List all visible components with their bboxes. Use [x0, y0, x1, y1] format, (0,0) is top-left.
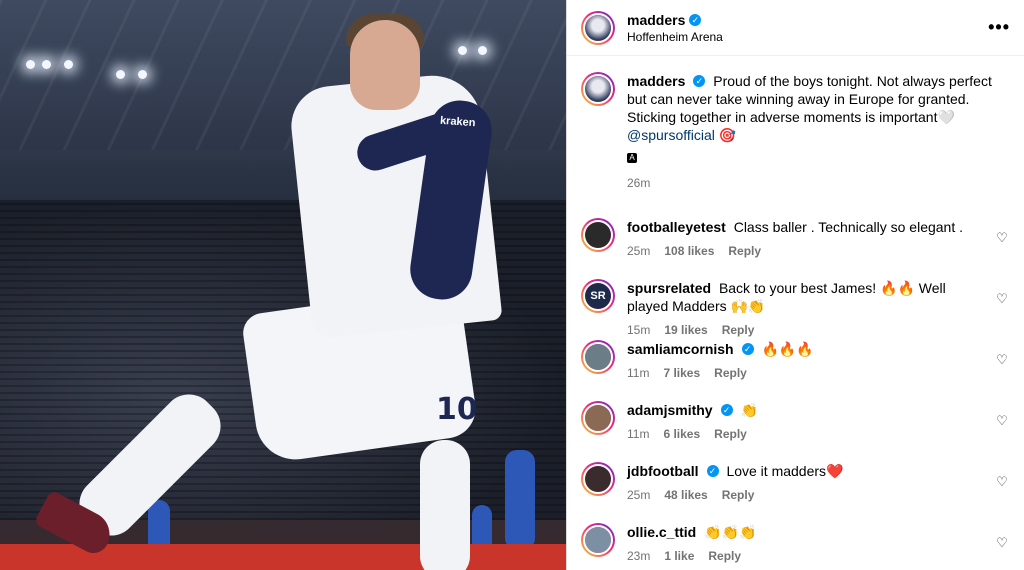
comment-likes[interactable]: 7 likes	[663, 364, 700, 382]
comment-likes[interactable]: 48 likes	[664, 486, 707, 504]
commenter-avatar[interactable]	[581, 462, 615, 496]
comment-time[interactable]: 25m	[627, 242, 650, 260]
floodlight	[26, 60, 35, 69]
comment-row: footballeyetest Class baller . Technical…	[581, 204, 1010, 265]
verified-badge-icon: ✓	[693, 75, 706, 88]
comment-time[interactable]: 23m	[627, 547, 650, 565]
post-side-panel: madders ✓ Hoffenheim Arena ••• madders ✓ P…	[566, 0, 1024, 570]
comment-likes[interactable]: 1 like	[664, 547, 694, 565]
heart-icon[interactable]: ♡	[994, 535, 1010, 551]
comment-text: 👏👏👏	[704, 524, 757, 540]
comment-time[interactable]: 15m	[627, 321, 650, 339]
author-avatar[interactable]	[581, 10, 615, 45]
player-leg	[420, 440, 470, 570]
comments-list[interactable]: madders ✓ Proud of the boys tonight. Not …	[567, 56, 1024, 570]
avatar-image	[585, 222, 611, 248]
caption-time[interactable]: 26m	[627, 174, 650, 192]
commenter-username[interactable]: footballeyetest	[627, 219, 726, 235]
caption-mention[interactable]: @spursofficial	[627, 127, 715, 143]
avatar-image	[585, 76, 611, 102]
reply-button[interactable]: Reply	[728, 242, 761, 260]
caption-emoji: 🎯	[718, 127, 737, 143]
post-header: madders ✓ Hoffenheim Arena •••	[567, 0, 1024, 56]
floodlight	[138, 70, 147, 79]
avatar-image	[585, 466, 611, 492]
reply-button[interactable]: Reply	[708, 547, 741, 565]
floodlight	[458, 46, 467, 55]
commenter-avatar[interactable]	[581, 523, 615, 557]
post-caption: madders ✓ Proud of the boys tonight. Not …	[581, 56, 1010, 204]
more-options-icon[interactable]: •••	[988, 17, 1010, 38]
commenter-username[interactable]: jdbfootball	[627, 463, 699, 479]
heart-icon[interactable]: ♡	[994, 230, 1010, 246]
reply-button[interactable]: Reply	[714, 425, 747, 443]
commenter-username[interactable]: adamjsmithy	[627, 402, 713, 418]
commenter-avatar[interactable]: SR	[581, 279, 615, 313]
comment-text: Class baller . Technically so elegant .	[733, 219, 964, 235]
reply-button[interactable]: Reply	[714, 364, 747, 382]
author-username[interactable]: madders	[627, 12, 685, 28]
author-avatar[interactable]	[581, 72, 615, 106]
commenter-avatar[interactable]	[581, 401, 615, 435]
avatar-image	[585, 344, 611, 370]
post-location[interactable]: Hoffenheim Arena	[627, 30, 723, 44]
shirt-sponsor: kraken	[439, 114, 476, 130]
comment-time[interactable]: 11m	[627, 364, 649, 382]
comment-time[interactable]: 25m	[627, 486, 650, 504]
comment-text: 🔥🔥🔥	[761, 341, 814, 357]
instagram-post-view: kraken 10 madders ✓ Hoffenheim Arena •••	[0, 0, 1024, 570]
commenter-username[interactable]: samliamcornish	[627, 341, 734, 357]
comment-row: adamjsmithy ✓ 👏 11m 6 likes Reply ♡	[581, 387, 1010, 448]
floodlight	[64, 60, 73, 69]
comment-likes[interactable]: 108 likes	[664, 242, 714, 260]
caption-username[interactable]: madders	[627, 73, 685, 89]
avatar-image	[585, 405, 611, 431]
heart-icon[interactable]: ♡	[994, 291, 1010, 307]
shirt-number: 10	[436, 392, 478, 427]
post-photo[interactable]: kraken 10	[0, 0, 566, 570]
comment-likes[interactable]: 6 likes	[663, 425, 700, 443]
commenter-avatar[interactable]	[581, 218, 615, 252]
comment-row: ollie.c_ttid 👏👏👏 23m 1 like Reply ♡	[581, 509, 1010, 570]
heart-icon[interactable]: ♡	[994, 474, 1010, 490]
caption-badge: A	[627, 153, 637, 163]
commenter-avatar[interactable]	[581, 340, 615, 374]
background-player	[505, 450, 535, 550]
heart-icon[interactable]: ♡	[994, 413, 1010, 429]
verified-badge-icon: ✓	[741, 343, 754, 356]
comment-row: jdbfootball ✓ Love it madders❤️ 25m 48 li…	[581, 448, 1010, 509]
comment-likes[interactable]: 19 likes	[664, 321, 707, 339]
commenter-username[interactable]: spursrelated	[627, 280, 711, 296]
reply-button[interactable]: Reply	[722, 321, 755, 339]
verified-badge-icon: ✓	[706, 465, 719, 478]
heart-icon[interactable]: ♡	[994, 352, 1010, 368]
floodlight	[42, 60, 51, 69]
verified-badge-icon: ✓	[720, 404, 733, 417]
verified-badge-icon: ✓	[689, 13, 702, 26]
player-head	[350, 20, 420, 110]
comment-time[interactable]: 11m	[627, 425, 649, 443]
floodlight	[116, 70, 125, 79]
comment-text: 👏	[740, 402, 758, 418]
floodlight	[478, 46, 487, 55]
reply-button[interactable]: Reply	[722, 486, 755, 504]
avatar-image	[585, 527, 611, 553]
commenter-username[interactable]: ollie.c_ttid	[627, 524, 696, 540]
comment-row: SR spursrelated Back to your best James!…	[581, 265, 1010, 337]
avatar-image: SR	[585, 283, 611, 309]
avatar-image	[585, 14, 611, 41]
comment-text: Love it madders❤️	[726, 463, 844, 479]
